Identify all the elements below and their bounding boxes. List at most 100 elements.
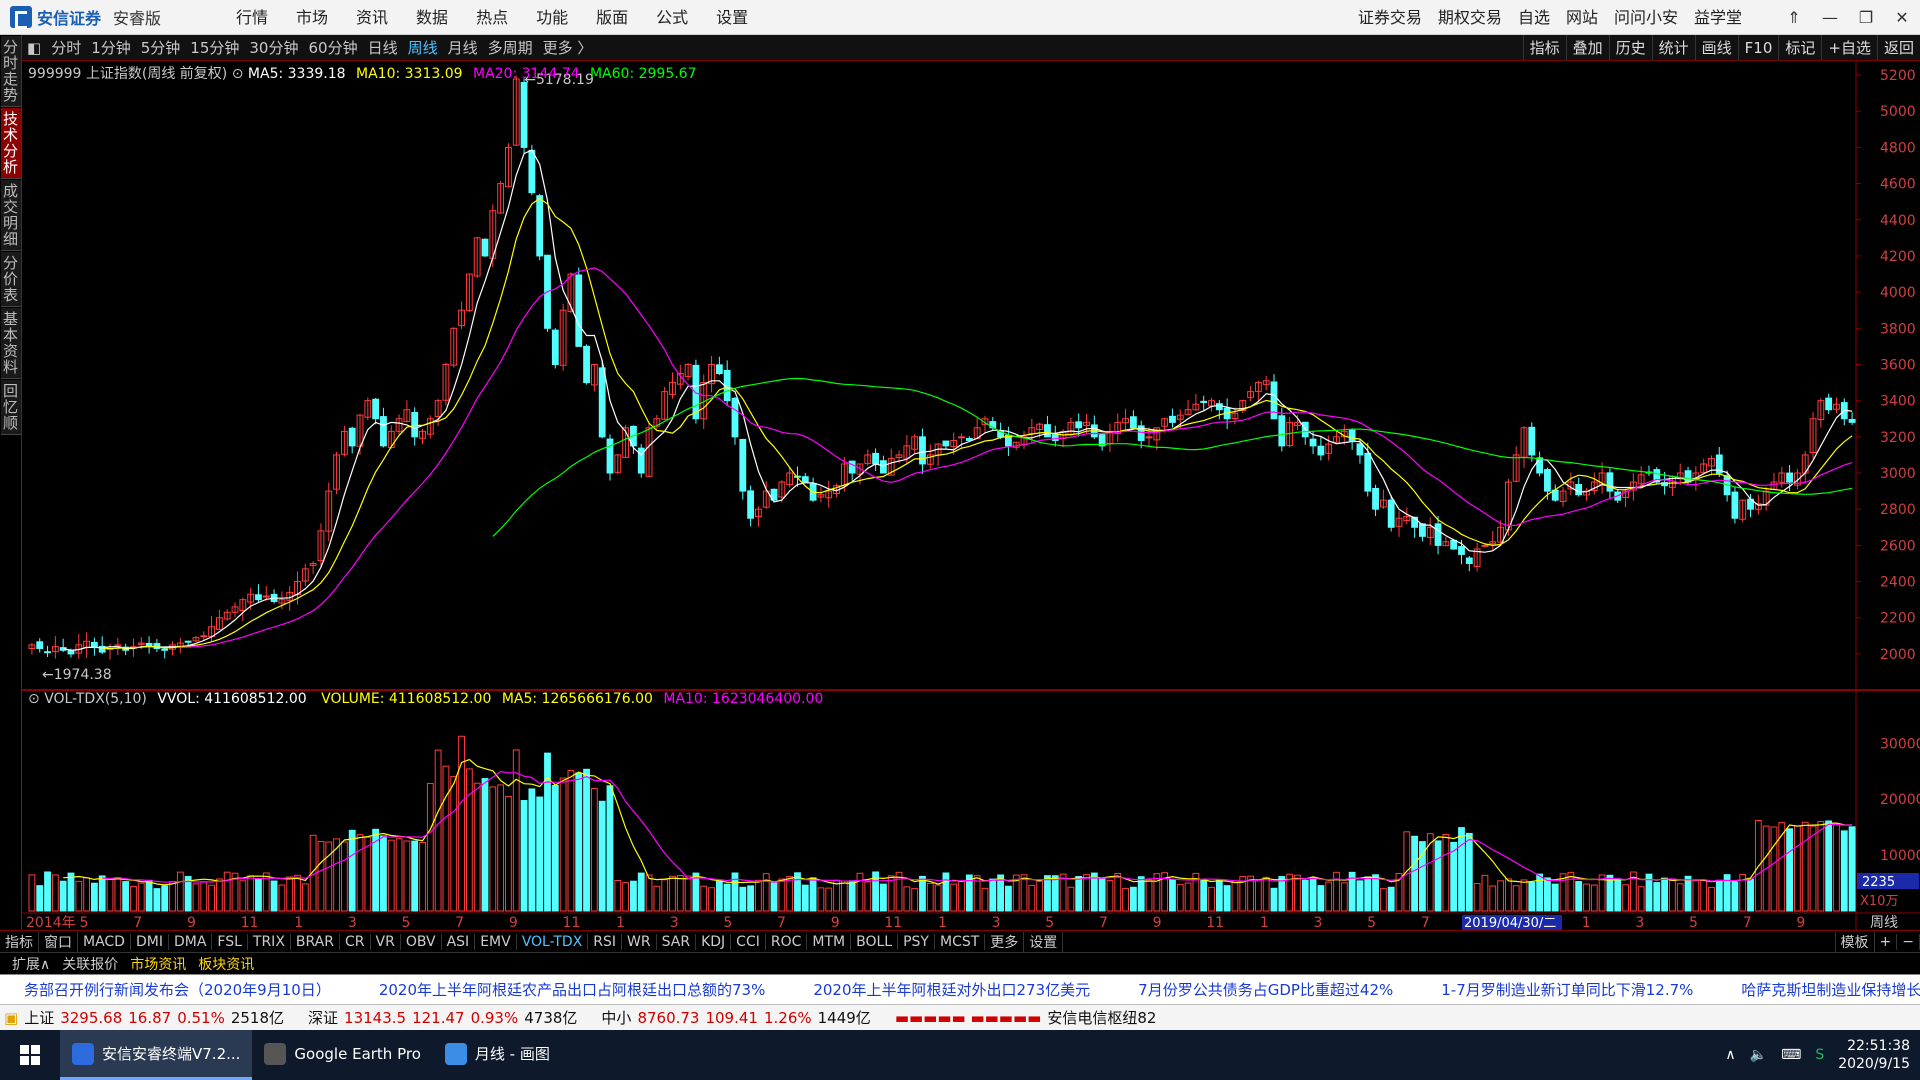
menu-item-5[interactable]: 功能: [522, 0, 582, 35]
tool-0[interactable]: 指标: [1522, 35, 1566, 61]
indicator-tab-25[interactable]: 设置: [1024, 931, 1064, 952]
period-0[interactable]: 分时: [46, 37, 86, 58]
toggle-panel-icon[interactable]: ◧: [22, 39, 46, 57]
tool-2[interactable]: 历史: [1608, 35, 1652, 61]
period-1[interactable]: 1分钟: [86, 37, 136, 58]
indicator-tab-23[interactable]: MCST: [935, 933, 986, 950]
tool-8[interactable]: 返回: [1876, 35, 1920, 61]
status-name-1[interactable]: 深证: [308, 1007, 338, 1028]
taskbar-app-1[interactable]: Google Earth Pro: [252, 1030, 432, 1080]
indicator-tab-14[interactable]: RSI: [588, 933, 623, 950]
right-menu-item-3[interactable]: 网站: [1558, 0, 1606, 35]
indicator-tab-13[interactable]: VOL-TDX: [517, 933, 589, 950]
period-4[interactable]: 30分钟: [244, 37, 303, 58]
indicator-tab-24[interactable]: 更多: [985, 931, 1025, 952]
menu-item-3[interactable]: 数据: [402, 0, 462, 35]
indicator-tab-2[interactable]: MACD: [78, 933, 131, 950]
indicator-tab-16[interactable]: SAR: [657, 933, 697, 950]
indicator-tab-12[interactable]: EMV: [475, 933, 517, 950]
indicator-tab-21[interactable]: BOLL: [851, 933, 899, 950]
period-10[interactable]: 更多 〉: [538, 37, 598, 58]
period-7[interactable]: 周线: [403, 37, 443, 58]
tool-4[interactable]: 画线: [1694, 35, 1738, 61]
period-6[interactable]: 日线: [363, 37, 403, 58]
indicator-tab-4[interactable]: DMA: [169, 933, 213, 950]
news-item-5[interactable]: 哈萨克斯坦制造业保持增长势头: [1717, 979, 1920, 1000]
side-tab-3[interactable]: 分价表: [1, 252, 21, 307]
pin-icon[interactable]: ⇑: [1776, 0, 1812, 35]
menu-item-4[interactable]: 热点: [462, 0, 522, 35]
news-item-1[interactable]: 2020年上半年阿根廷农产品出口占阿根廷出口总额的73%: [355, 979, 790, 1000]
tool-1[interactable]: 叠加: [1565, 35, 1609, 61]
tool-3[interactable]: 统计: [1651, 35, 1695, 61]
indicator-tab-17[interactable]: KDJ: [696, 933, 732, 950]
collapse-icon[interactable]: ⊙: [28, 691, 44, 707]
menu-item-0[interactable]: 行情: [222, 0, 282, 35]
side-tab-2[interactable]: 成交明细: [1, 180, 21, 251]
indicator-tab-0[interactable]: 指标: [0, 931, 39, 952]
right-menu-item-2[interactable]: 自选: [1510, 0, 1558, 35]
indicator-tab-1[interactable]: 窗口: [39, 931, 78, 952]
indicator-tab-8[interactable]: CR: [340, 933, 371, 950]
tool-6[interactable]: 标记: [1778, 35, 1821, 61]
indicator-tab-19[interactable]: ROC: [766, 933, 808, 950]
right-menu-item-0[interactable]: 证券交易: [1350, 0, 1430, 35]
side-tab-5[interactable]: 回忆顺: [1, 380, 21, 435]
indicator-tab-20[interactable]: MTM: [807, 933, 852, 950]
status-name-0[interactable]: 上证: [24, 1007, 54, 1028]
indicator-tab-22[interactable]: PSY: [898, 933, 935, 950]
taskbar-app-0[interactable]: 安信安睿终端V7.2...: [60, 1030, 253, 1080]
speaker-icon[interactable]: 🔈: [1750, 1047, 1767, 1063]
news-ticker[interactable]: 务部召开例行新闻发布会（2020年9月10日） 2020年上半年阿根廷农产品出口占…: [0, 974, 1920, 1004]
close-icon[interactable]: ✕: [1884, 0, 1920, 35]
right-menu-item-1[interactable]: 期权交易: [1430, 0, 1510, 35]
keyboard-icon[interactable]: ⌨: [1781, 1047, 1801, 1063]
indicator-tab-10[interactable]: OBV: [401, 933, 442, 950]
menu-item-2[interactable]: 资讯: [342, 0, 402, 35]
period-8[interactable]: 月线: [443, 37, 483, 58]
menu-item-6[interactable]: 版面: [582, 0, 642, 35]
period-9[interactable]: 多周期: [483, 37, 538, 58]
minimize-icon[interactable]: —: [1812, 0, 1848, 35]
tool-7[interactable]: +自选: [1821, 35, 1877, 61]
windows-start-icon[interactable]: [0, 1030, 60, 1080]
right-menu-item-5[interactable]: 益学堂: [1686, 0, 1750, 35]
period-5[interactable]: 60分钟: [303, 37, 362, 58]
side-tab-1[interactable]: 技术分析: [1, 108, 21, 179]
indicator-tab-6[interactable]: TRIX: [248, 933, 291, 950]
news-item-3[interactable]: 7月份罗公共债务占GDP比重超过42%: [1114, 979, 1417, 1000]
restore-icon[interactable]: ❐: [1848, 0, 1884, 35]
indicator-tab-15[interactable]: WR: [622, 933, 657, 950]
indicator-tab-3[interactable]: DMI: [131, 933, 169, 950]
menu-item-7[interactable]: 公式: [642, 0, 702, 35]
taskbar-app-2[interactable]: 月线 - 画图: [433, 1030, 562, 1080]
right-menu-item-4[interactable]: 问问小安: [1606, 0, 1686, 35]
indicator-tab-5[interactable]: FSL: [212, 933, 248, 950]
subtab-3[interactable]: 板块资讯: [192, 954, 260, 974]
menu-item-1[interactable]: 市场: [282, 0, 342, 35]
news-item-0[interactable]: 务部召开例行新闻发布会（2020年9月10日）: [0, 979, 355, 1000]
subtab-1[interactable]: 关联报价: [56, 954, 124, 974]
period-3[interactable]: 15分钟: [185, 37, 244, 58]
chevron-up-icon[interactable]: ∧: [1725, 1047, 1735, 1063]
collapse-icon[interactable]: ⊙: [232, 66, 248, 82]
indicator-tab-18[interactable]: CCI: [731, 933, 766, 950]
side-tab-4[interactable]: 基本资料: [1, 308, 21, 379]
subtab-2[interactable]: 市场资讯: [124, 954, 192, 974]
clock[interactable]: 22:51:38 2020/9/15: [1838, 1037, 1910, 1073]
period-2[interactable]: 5分钟: [136, 37, 186, 58]
zoom-in-button[interactable]: +: [1875, 933, 1898, 950]
zoom-out-button[interactable]: −: [1897, 933, 1920, 950]
news-item-4[interactable]: 1-7月罗制造业新订单同比下滑12.7%: [1417, 979, 1717, 1000]
tool-5[interactable]: F10: [1737, 35, 1779, 61]
price-volume-chart[interactable]: 5200 5000 4800 4600 4400 4200 4000 3800 3600 3400…: [22, 61, 1920, 931]
news-item-2[interactable]: 2020年上半年阿根廷对外出口273亿美元: [789, 979, 1114, 1000]
status-name-2[interactable]: 中小: [601, 1007, 631, 1028]
menu-item-8[interactable]: 设置: [702, 0, 762, 35]
template-button[interactable]: 模板: [1834, 931, 1875, 952]
side-tab-0[interactable]: 分时走势: [1, 36, 21, 107]
app-tray-icon[interactable]: S: [1815, 1047, 1824, 1063]
indicator-tab-11[interactable]: ASI: [442, 933, 476, 950]
indicator-tab-9[interactable]: VR: [371, 933, 401, 950]
indicator-tab-7[interactable]: BRAR: [291, 933, 340, 950]
